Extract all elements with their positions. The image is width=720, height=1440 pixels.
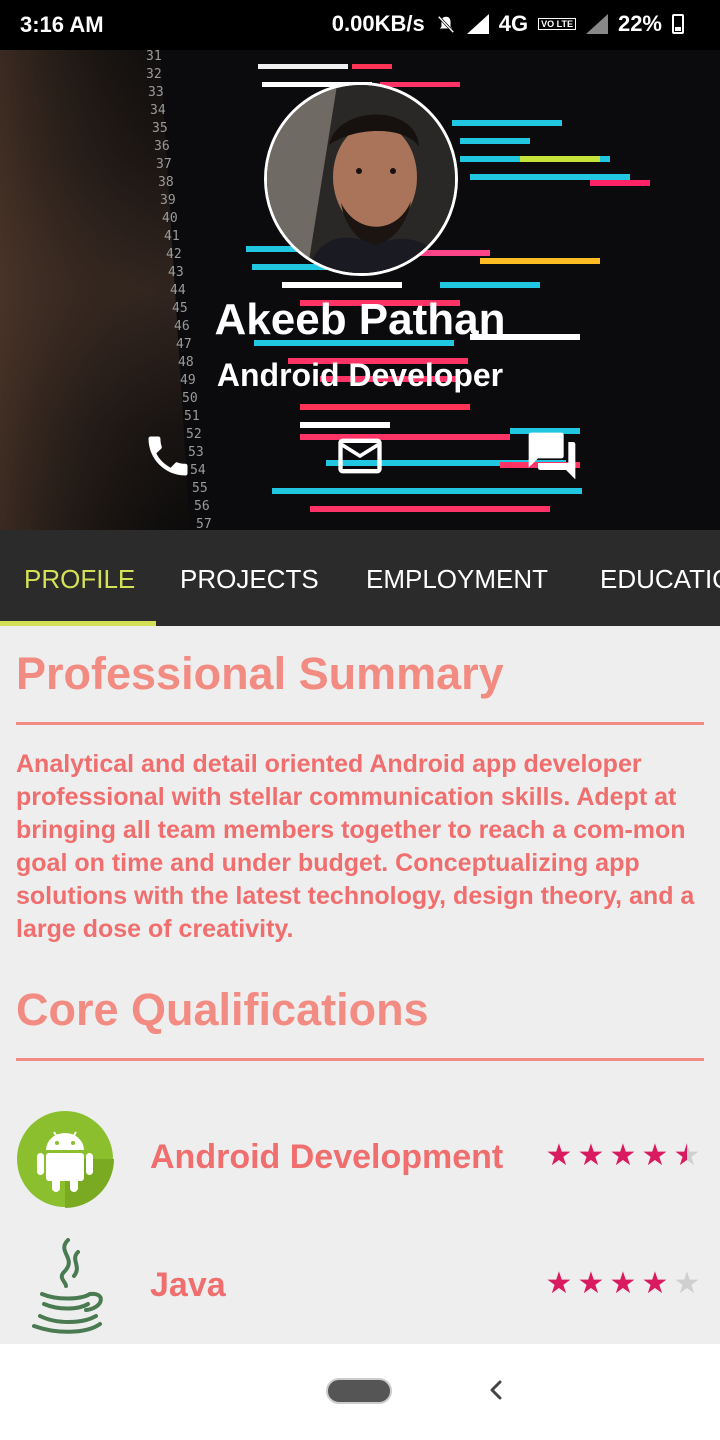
rating-stars: ★ ★ ★ ★ ★ [544, 1140, 702, 1172]
tab-employment[interactable]: EMPLOYMENT [366, 530, 548, 626]
star-icon: ★ [641, 1267, 669, 1300]
profile-name: Akeeb Pathan [214, 295, 506, 344]
svg-text:31: 31 [146, 50, 162, 64]
svg-text:36: 36 [154, 139, 170, 154]
profile-avatar [264, 82, 458, 276]
star-icon: ★ [545, 1139, 573, 1172]
svg-text:42: 42 [166, 247, 182, 262]
avatar-photo [267, 85, 455, 273]
status-icons: 0.00KB/s 4G VO LTE 22% [332, 11, 684, 37]
email-button[interactable] [332, 428, 388, 484]
back-icon[interactable] [484, 1372, 508, 1408]
svg-text:57: 57 [196, 517, 212, 530]
star-icon: ★ [577, 1267, 605, 1300]
android-icon [17, 1111, 114, 1208]
star-icon: ★ [545, 1267, 573, 1300]
skill-row: Android Development ★ ★ ★ ★ ★ [0, 1110, 720, 1210]
svg-text:56: 56 [194, 499, 210, 514]
profile-content[interactable]: Professional Summary Analytical and deta… [0, 626, 720, 1344]
svg-text:35: 35 [152, 121, 168, 136]
svg-text:33: 33 [148, 85, 164, 100]
svg-text:41: 41 [164, 229, 180, 244]
svg-text:32: 32 [146, 67, 162, 82]
svg-text:39: 39 [160, 193, 176, 208]
phone-icon [148, 436, 188, 476]
qualifications-heading: Core Qualifications [16, 984, 429, 1035]
star-icon: ★ [577, 1139, 605, 1172]
network-type: 4G [498, 11, 529, 36]
star-empty-icon: ★ [673, 1267, 701, 1300]
tab-bar: PROFILE PROJECTS EMPLOYMENT EDUCATIO [0, 530, 720, 626]
skill-name: Android Development [150, 1138, 504, 1176]
svg-text:38: 38 [158, 175, 174, 190]
summary-heading: Professional Summary [16, 648, 504, 699]
chat-icon [528, 432, 576, 480]
profile-header: 31 32 33 34 35 36 37 38 39 40 41 42 43 44 45 46 47 4… [0, 50, 720, 530]
summary-text: Analytical and detail oriented Android a… [16, 750, 695, 943]
star-half-icon: ★ [673, 1139, 701, 1172]
phone-button[interactable] [140, 428, 196, 484]
home-button[interactable] [326, 1378, 392, 1404]
svg-text:37: 37 [156, 157, 172, 172]
svg-text:34: 34 [150, 103, 166, 118]
network-speed: 0.00KB/s [331, 11, 425, 36]
tab-profile[interactable]: PROFILE [24, 530, 135, 626]
svg-text:51: 51 [184, 409, 200, 424]
qualifications-divider [16, 1058, 704, 1061]
summary-divider [16, 722, 704, 725]
svg-text:43: 43 [168, 265, 184, 280]
notifications-off-icon [437, 15, 455, 34]
status-bar: 3:16 AM 0.00KB/s 4G VO LTE 22% [0, 0, 720, 50]
system-nav-bar [0, 1344, 720, 1440]
star-icon: ★ [641, 1139, 669, 1172]
battery-icon [672, 14, 684, 34]
star-icon: ★ [609, 1139, 637, 1172]
signal-weak-icon [585, 14, 608, 34]
volte-badge: VO LTE [538, 18, 576, 30]
star-icon: ★ [609, 1267, 637, 1300]
chat-button[interactable] [524, 428, 580, 484]
status-time: 3:16 AM [20, 12, 104, 37]
email-icon [338, 438, 382, 474]
battery-percent: 22% [617, 11, 662, 36]
skill-row: Java ★ ★ ★ ★ ★ [0, 1238, 720, 1338]
java-icon [32, 1238, 103, 1334]
signal-icon [466, 14, 489, 34]
tab-education[interactable]: EDUCATIO [600, 530, 720, 626]
tab-projects[interactable]: PROJECTS [180, 530, 319, 626]
rating-stars: ★ ★ ★ ★ ★ [544, 1268, 702, 1300]
skill-name: Java [150, 1266, 226, 1304]
svg-text:40: 40 [162, 211, 178, 226]
profile-title: Android Developer [216, 357, 504, 393]
